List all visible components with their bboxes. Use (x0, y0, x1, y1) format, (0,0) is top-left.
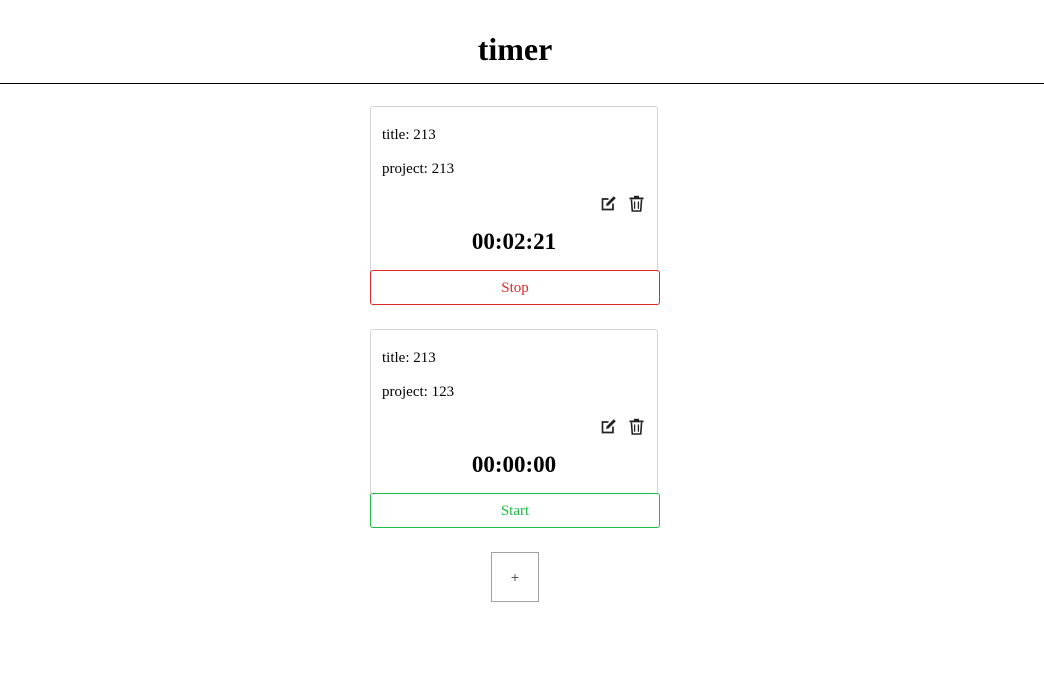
timer-card: title: 213 project: 213 00:02:21 Stop (370, 106, 660, 305)
edit-icon[interactable] (600, 195, 617, 212)
elapsed-time: 00:00:00 (471, 452, 557, 477)
timer-card: title: 213 project: 123 00:00:00 Start (370, 329, 660, 528)
timer-project: project: 213 (382, 161, 455, 177)
elapsed-time: 00:02:21 (471, 229, 557, 254)
page-title: timer (477, 31, 553, 67)
edit-icon[interactable] (600, 418, 617, 435)
add-timer-button[interactable]: + (491, 552, 539, 602)
timer-actions (600, 195, 645, 212)
stop-button[interactable]: Stop (370, 270, 660, 305)
start-button[interactable]: Start (370, 493, 660, 528)
trash-icon[interactable] (628, 418, 645, 435)
header: timer (0, 0, 1044, 84)
timer-actions (600, 418, 645, 435)
timer-title: title: 213 (382, 350, 436, 366)
trash-icon[interactable] (628, 195, 645, 212)
timer-title: title: 213 (382, 127, 436, 143)
timer-project: project: 123 (382, 384, 455, 400)
